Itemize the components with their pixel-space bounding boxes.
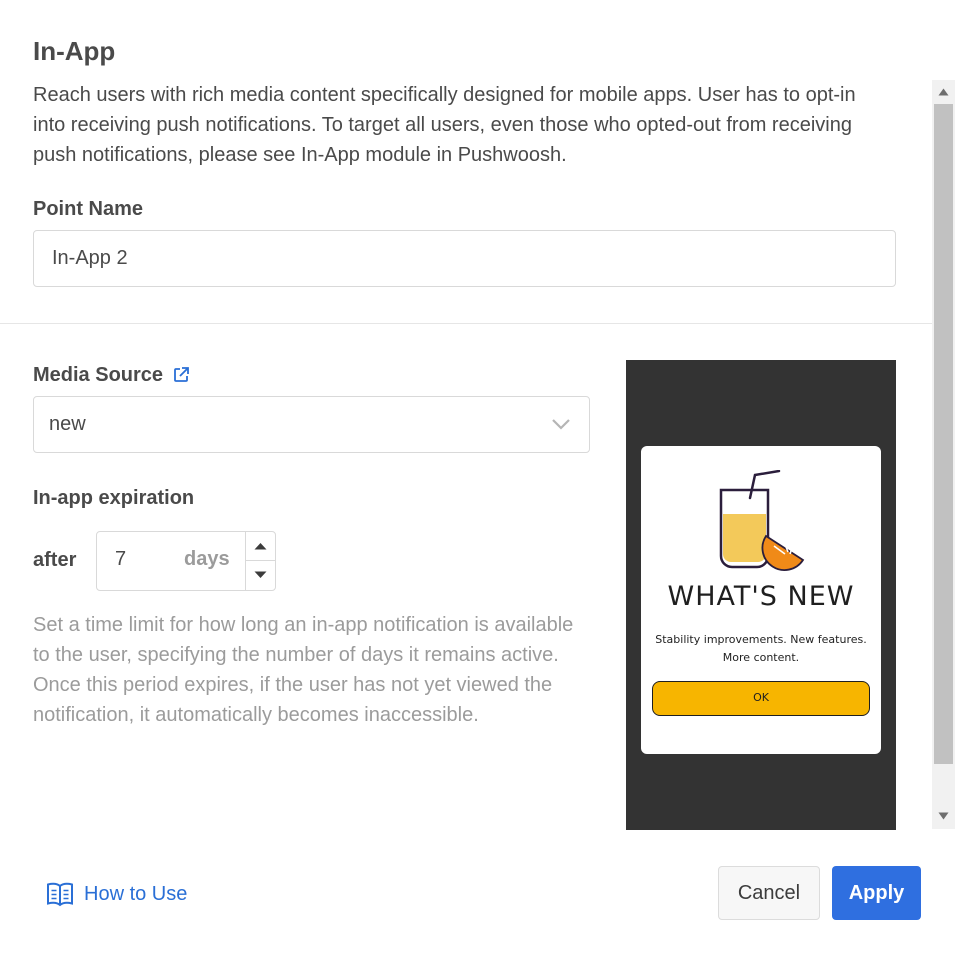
after-label: after (33, 549, 77, 571)
decrement-button[interactable] (246, 561, 275, 590)
inapp-preview: WHAT'S NEW Stability improvements. New f… (626, 360, 896, 830)
section-divider (0, 323, 932, 324)
media-source-label: Media Source (33, 364, 164, 386)
book-icon (47, 882, 73, 907)
preview-card: WHAT'S NEW Stability improvements. New f… (641, 446, 881, 754)
scrollbar-thumb[interactable] (934, 104, 953, 764)
page-description: Reach users with rich media content spec… (33, 84, 856, 166)
preview-text: Stability improvements. New features. Mo… (655, 633, 867, 664)
chevron-down-icon (552, 419, 570, 430)
how-to-use-link[interactable]: How to Use (46, 880, 187, 908)
point-name-input[interactable] (33, 230, 896, 287)
scroll-down-arrow-icon[interactable] (938, 811, 949, 821)
days-unit: days (184, 548, 230, 570)
preview-ok-button: OK (652, 681, 870, 716)
expiration-days-value[interactable]: 7 (115, 548, 126, 571)
juice-illustration (719, 470, 805, 571)
point-name-label: Point Name (33, 198, 144, 220)
scroll-up-arrow-icon[interactable] (938, 87, 949, 97)
increment-button[interactable] (246, 532, 275, 561)
vertical-scrollbar[interactable] (932, 80, 955, 829)
preview-title: WHAT'S NEW (667, 581, 855, 612)
caret-up-icon (254, 543, 267, 550)
page-title: In-App (33, 36, 116, 66)
cancel-button[interactable]: Cancel (718, 866, 820, 920)
expiration-days-stepper[interactable]: 7 days (96, 531, 276, 591)
expiration-label: In-app expiration (33, 487, 195, 509)
caret-down-icon (254, 571, 267, 578)
expiration-help-text: Set a time limit for how long an in-app … (33, 614, 574, 726)
external-link-icon[interactable] (172, 366, 190, 384)
apply-button[interactable]: Apply (832, 866, 921, 920)
media-source-select[interactable]: new (33, 396, 590, 453)
media-source-value: new (49, 413, 86, 435)
how-to-use-label: How to Use (84, 882, 188, 905)
stepper-buttons (245, 532, 275, 590)
